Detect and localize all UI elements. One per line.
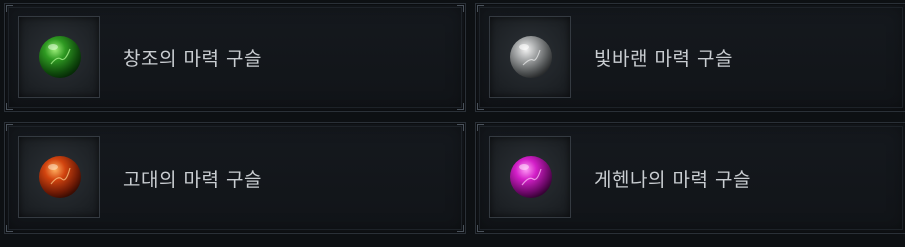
item-card-gehenna-orb[interactable]: 게헨나의 마력 구슬 (475, 122, 905, 234)
frame-corner (457, 225, 464, 232)
frame-corner (477, 124, 484, 131)
item-name: 게헨나의 마력 구슬 (594, 168, 751, 191)
frame-corner (6, 124, 13, 131)
frame-corner (477, 5, 484, 12)
item-icon-slot (489, 16, 571, 98)
orange-orb-icon (39, 156, 81, 198)
item-card-faded-orb[interactable]: 빛바랜 마력 구슬 (475, 3, 905, 112)
item-icon-slot (18, 16, 100, 98)
frame-corner (6, 5, 13, 12)
frame-corner (457, 103, 464, 110)
frame-corner (457, 124, 464, 131)
frame-corner (477, 103, 484, 110)
green-orb-icon (39, 36, 81, 78)
frame-corner (457, 5, 464, 12)
frame-corner (6, 225, 13, 232)
item-icon-slot (489, 136, 571, 218)
item-icon-slot (18, 136, 100, 218)
frame-corner (477, 225, 484, 232)
item-name: 고대의 마력 구슬 (123, 168, 262, 191)
item-name: 빛바랜 마력 구슬 (594, 48, 733, 70)
magenta-orb-icon (510, 156, 552, 198)
frame-corner (6, 103, 13, 110)
item-name: 창조의 마력 구슬 (123, 48, 262, 70)
item-card-ancient-orb[interactable]: 고대의 마력 구슬 (4, 122, 466, 234)
item-card-creation-orb[interactable]: 창조의 마력 구슬 (4, 3, 466, 112)
gray-orb-icon (510, 36, 552, 78)
